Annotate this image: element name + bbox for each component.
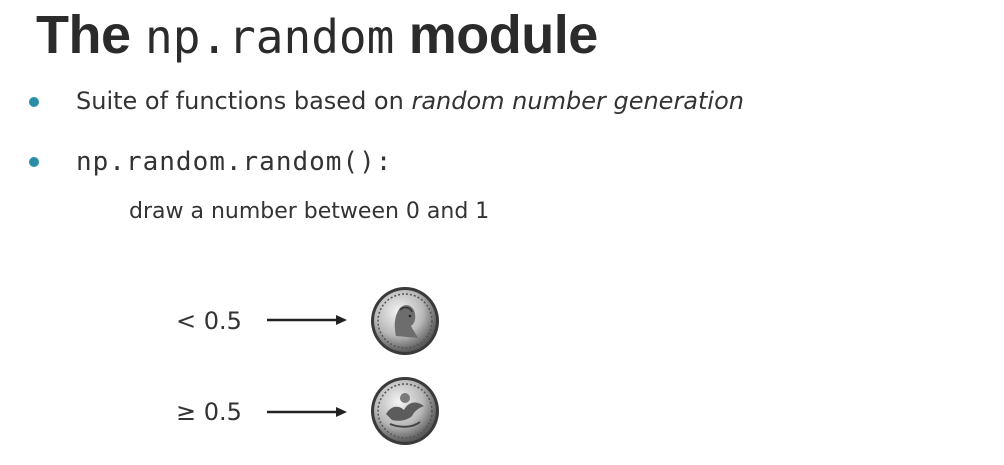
title-code: np.random — [145, 10, 395, 64]
condition-greater-label: ≥ 0.5 — [176, 398, 242, 426]
title-suffix: module — [408, 5, 599, 65]
condition-less-label: < 0.5 — [176, 307, 242, 335]
bullet-item-1: Suite of functions based on random numbe… — [76, 84, 744, 118]
bullet-text: Suite of functions based on — [76, 87, 412, 115]
title-prefix: The — [36, 5, 131, 65]
coin-heads-icon — [371, 287, 439, 355]
bullet-item-2-code: np.random.random(): — [76, 147, 393, 177]
bullet-subtext: draw a number between 0 and 1 — [129, 199, 490, 224]
bullet-dot — [29, 97, 39, 107]
arrow-right-icon — [267, 315, 347, 325]
bullet-emphasis: random number generation — [411, 87, 744, 115]
coin-tails-icon — [371, 377, 439, 445]
bullet-dot — [29, 157, 39, 167]
arrow-right-icon — [267, 407, 347, 417]
page-title: The np.random module — [36, 4, 598, 68]
